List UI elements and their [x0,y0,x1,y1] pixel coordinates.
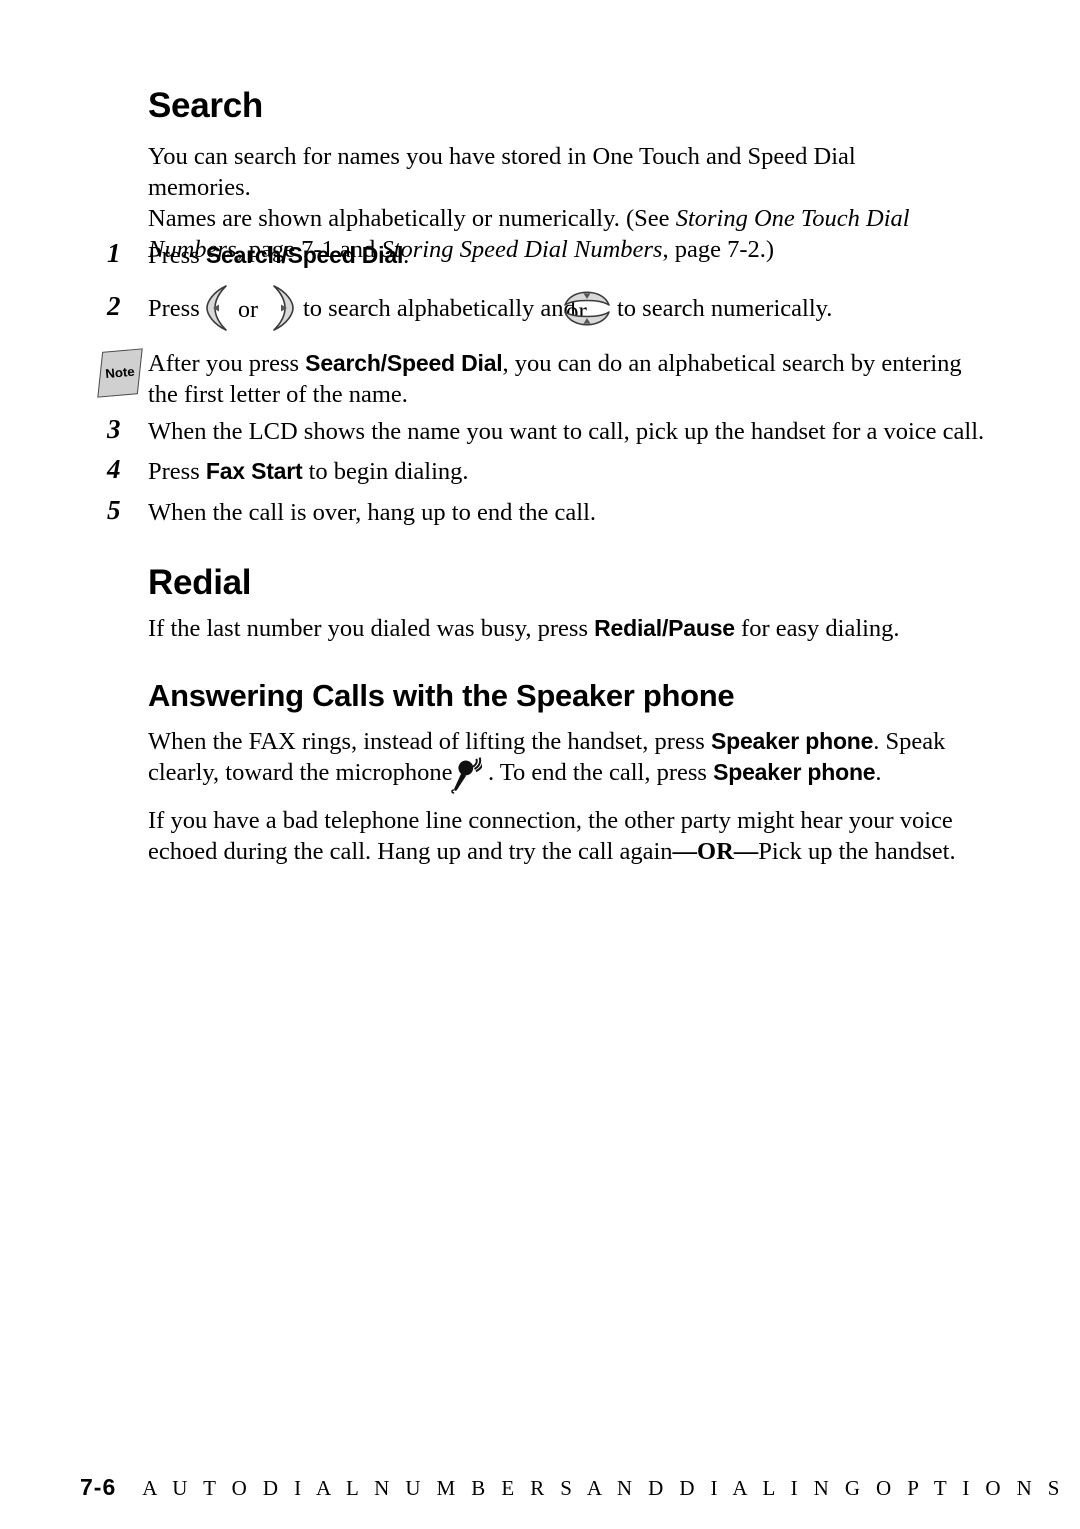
search-intro-line2-a: Names are shown alphabetically or numeri… [148,205,676,232]
search-intro-line1: You can search for names you have stored… [148,143,856,201]
sp-p1-l1-bold-key: Speaker phone [710,728,874,754]
step-2-post-text: to search numerically. [617,293,832,324]
speakerphone-paragraph-1-line-2-a: clearly, toward the microphone [148,757,453,788]
section-heading-speakerphone: Answering Calls with the Speaker phone [148,678,735,713]
speakerphone-paragraph-1-line-1: When the FAX rings, instead of lifting t… [148,726,978,757]
note-line2: the first letter of the name. [148,381,408,408]
step-number-1: 1 [107,238,121,268]
sp-p1-l1-a: When the FAX rings, instead of lifting t… [148,728,711,755]
redial-bold-key: Redial/Pause [594,615,735,641]
section-heading-redial: Redial [148,563,252,602]
left-arrow-key-icon [206,285,227,331]
note-line1-a: After you press [148,350,306,377]
speakerphone-paragraph-1-line-2-b: . To end the call, press Speaker phone. [488,757,882,788]
step-number-3: 3 [107,414,121,444]
search-intro-line3-italic-2: Storing Speed Dial Numbers [381,236,663,263]
sp-p1-l2-bold-key: Speaker phone [713,759,876,785]
step-4-bold-key: Fax Start [205,458,303,484]
microphone-icon [451,756,482,794]
step-2-mid: to search alphabetically and [303,295,576,322]
search-intro-line2-italic: Storing One Touch Dial [675,205,910,232]
redial-body-b: for easy dialing. [734,615,900,642]
search-intro-line3-b: , page 7-2.) [662,236,775,263]
step-number-5: 5 [107,495,121,525]
step-5-pre: When the call is over, hang up to end th… [148,499,597,526]
step-text-3: When the LCD shows the name you want to … [148,416,984,447]
note-paragraph: After you press Search/Speed Dial, you c… [148,348,968,410]
sp-p1-l2-b: . To end the call, press [488,759,714,786]
step-number-2: 2 [107,291,121,321]
sp-p1-l1-b: . Speak [873,728,946,755]
redial-paragraph: If the last number you dialed was busy, … [148,613,968,644]
step-text-1: Press Search/Speed Dial. [148,240,409,271]
note-badge-label: Note [104,363,136,382]
note-line1-bold-key: Search/Speed Dial [305,350,503,376]
down-arrow-key-icon [564,311,610,326]
step-3-pre: When the LCD shows the name you want to … [148,418,985,445]
right-arrow-key-icon [273,285,294,331]
step-text-4: Press Fax Start to begin dialing. [148,456,469,487]
note-line1-b: , you can do an alphabetical search by e… [502,350,962,377]
redial-body-a: If the last number you dialed was busy, … [148,615,595,642]
section-heading-search: Search [148,86,263,125]
sp-p2-l2-bold-or: —OR— [672,838,759,865]
step-2-mid-text: to search alphabetically and [303,293,576,324]
speakerphone-paragraph-2: If you have a bad telephone line connect… [148,805,978,867]
step-2-pre: Press [148,295,200,322]
sp-p1-l2-c: . [875,759,882,786]
page-footer: 7-6 A U T O D I A L N U M B E R S A N D D… [80,1474,1065,1501]
note-icon: Note [97,348,143,398]
sp-p2-l2-b: Pick up the handset. [758,838,956,865]
step-2-post: to search numerically. [617,295,833,322]
footer-page-number: 7-6 [80,1474,117,1500]
step-number-4: 4 [107,454,121,484]
sp-p2-l2-a: echoed during the call. Hang up and try … [148,838,673,865]
step-4-post: to begin dialing. [302,458,469,485]
step-1-pre: Press [148,242,206,269]
step-2-or-label-1: or [238,297,258,323]
step-4-pre: Press [148,458,206,485]
step-text-2: Press [148,293,200,324]
manual-page: Search You can search for names you have… [0,0,1080,1529]
sp-p2-l1: If you have a bad telephone line connect… [148,807,953,834]
step-text-5: When the call is over, hang up to end th… [148,497,596,528]
footer-chapter-title: A U T O D I A L N U M B E R S A N D D I … [142,1476,1065,1500]
step-1-bold-key: Search/Speed Dial [205,242,404,268]
step-1-post: . [403,242,410,269]
sp-p1-l2-a: clearly, toward the microphone [148,759,453,786]
